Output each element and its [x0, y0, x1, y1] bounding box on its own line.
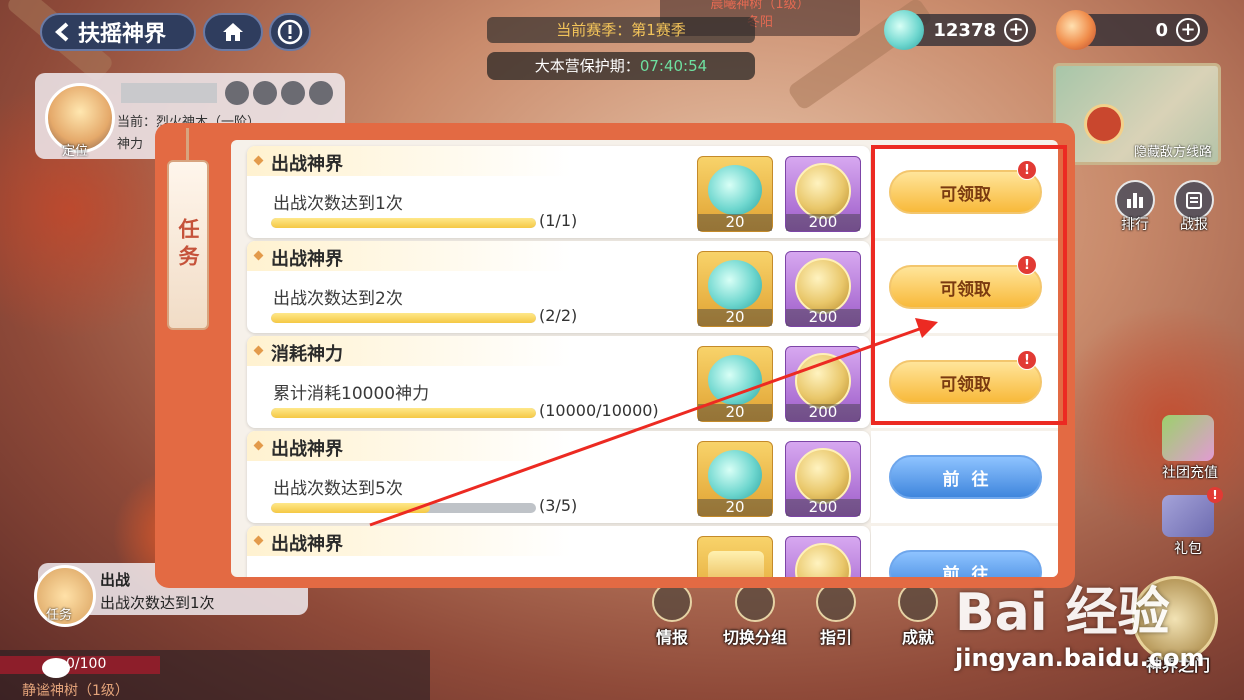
watermark-logo: Bai 经验: [955, 583, 1170, 643]
watermark-url: jingyan.baidu.com: [955, 644, 1205, 672]
